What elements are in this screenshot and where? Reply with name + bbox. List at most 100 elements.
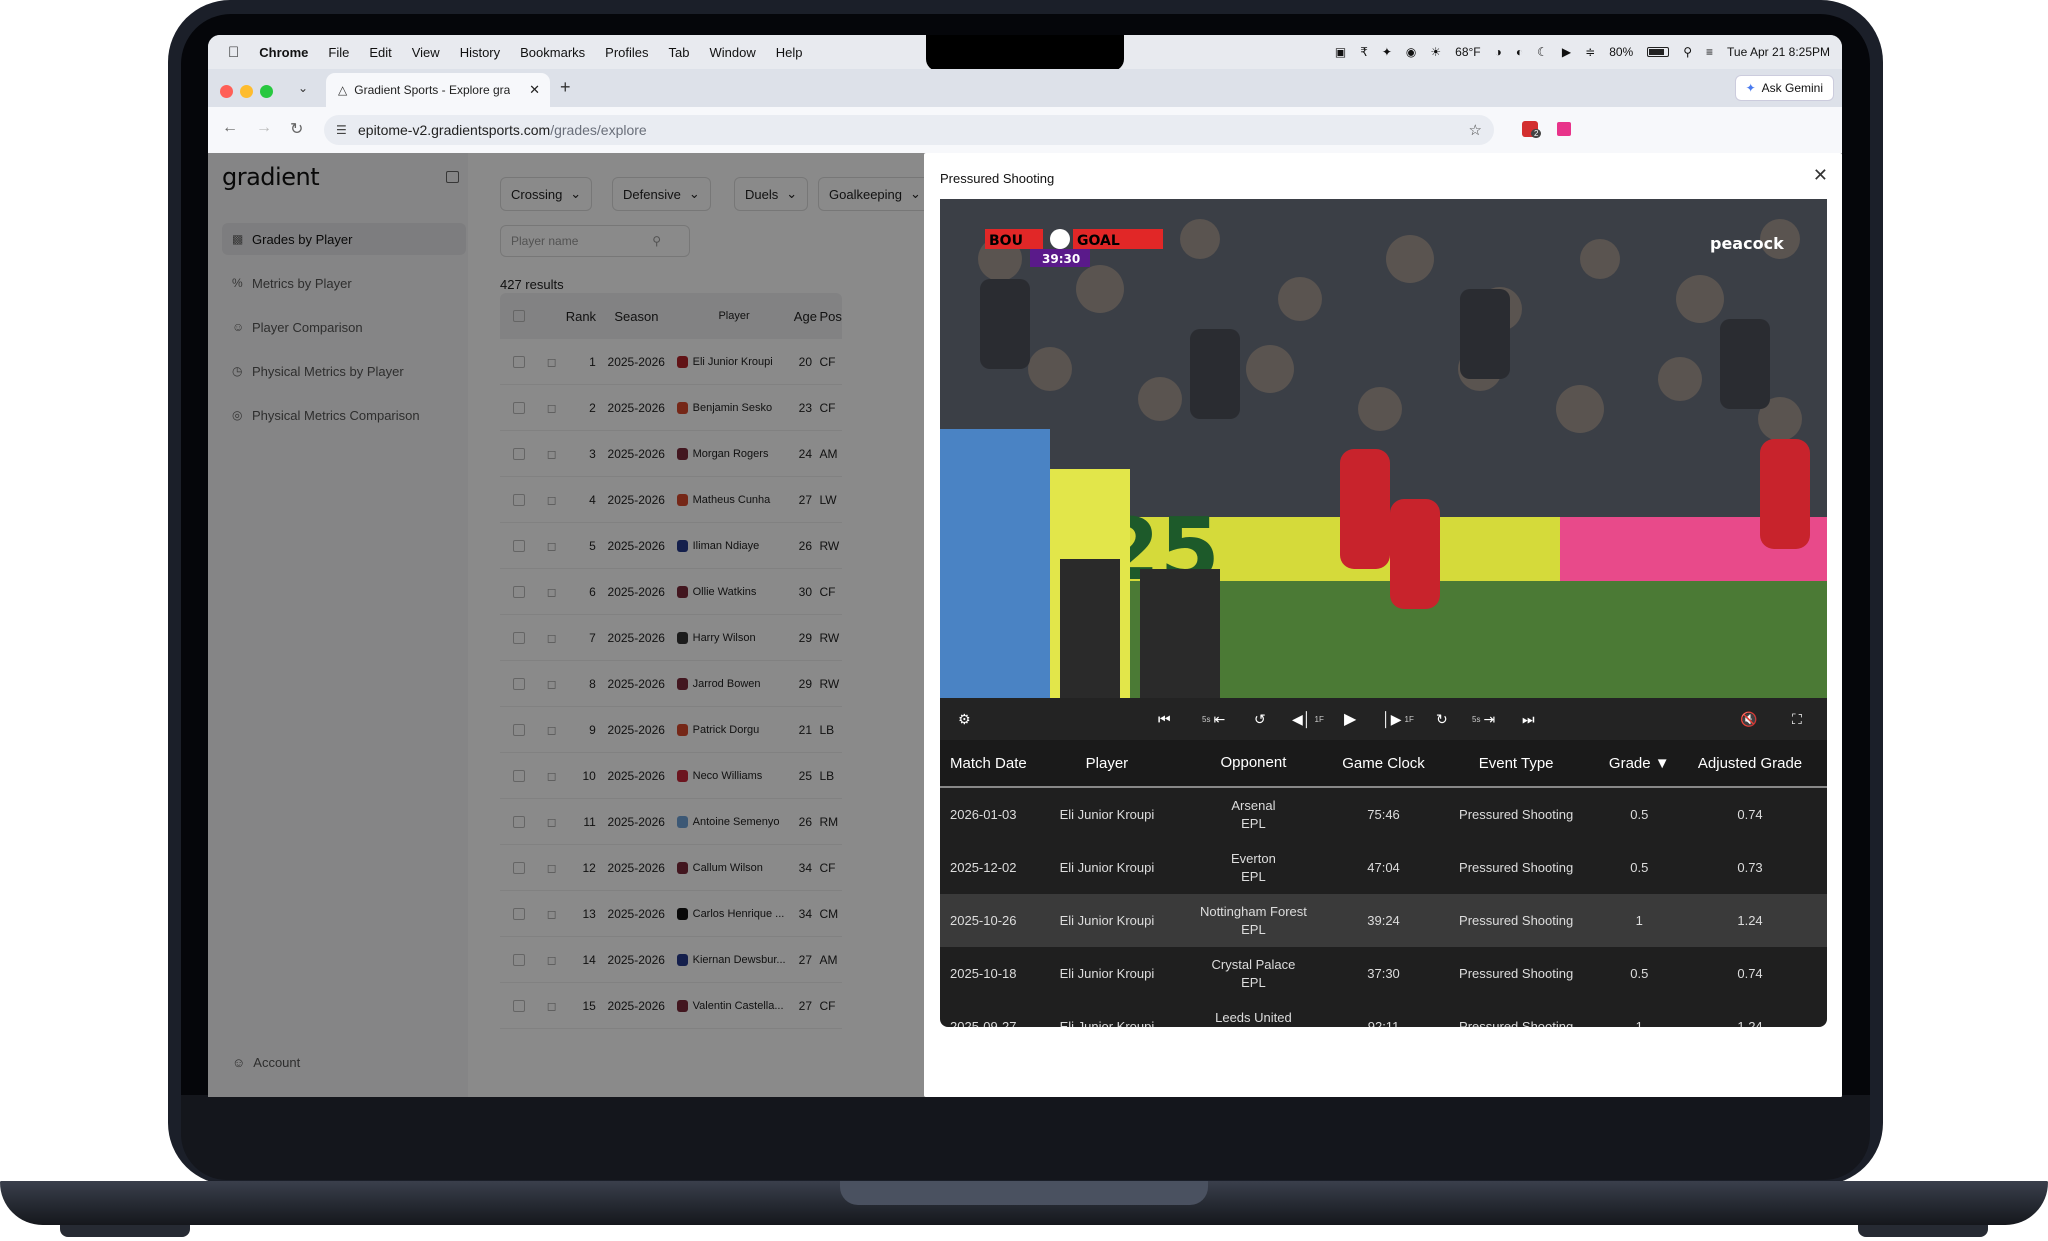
event-type-cell: Pressured Shooting bbox=[1459, 807, 1574, 822]
fullscreen-icon[interactable]: ⛶ bbox=[1792, 698, 1802, 740]
menu-file[interactable]: File bbox=[328, 45, 349, 60]
event-row[interactable]: 2025-10-26 Eli Junior Kroupi Nottingham Fo… bbox=[940, 894, 1827, 947]
tab-search-icon[interactable]: ⌄ bbox=[298, 81, 308, 95]
menu-history[interactable]: History bbox=[460, 45, 500, 60]
menu-help[interactable]: Help bbox=[776, 45, 803, 60]
skip-forward-label: 5s bbox=[1472, 714, 1481, 724]
status-app-icon[interactable]: ✦ bbox=[1382, 45, 1392, 59]
menu-view[interactable]: View bbox=[412, 45, 440, 60]
column-header-opponent[interactable]: Opponent bbox=[1167, 754, 1341, 772]
grade-cell: 0.5 bbox=[1630, 966, 1649, 981]
gradient-favicon-icon: △ bbox=[338, 83, 348, 97]
replay-icon[interactable]: ↺ bbox=[1254, 698, 1266, 740]
skip-back-5s-button[interactable]: 5s ⇤ bbox=[1202, 698, 1225, 740]
event-row[interactable]: 2025-12-02 Eli Junior Kroupi Everton EPL 47:… bbox=[940, 841, 1827, 894]
status-app-icon[interactable]: ◐ bbox=[1516, 45, 1523, 59]
moon-icon[interactable]: ☾ bbox=[1537, 45, 1548, 59]
column-header-adjusted-grade[interactable]: Adjusted Grade bbox=[1673, 755, 1827, 772]
adjusted-grade-cell: 0.74 bbox=[1737, 966, 1763, 981]
bookmark-star-icon[interactable]: ☆ bbox=[1469, 121, 1482, 139]
match-date-cell: 2025-12-02 bbox=[950, 860, 1017, 875]
url-host: epitome-v2.gradientsports.com bbox=[358, 122, 551, 138]
weather-icon[interactable]: ☀ bbox=[1430, 45, 1441, 59]
match-date-cell: 2026-01-03 bbox=[950, 807, 1017, 822]
menu-profiles[interactable]: Profiles bbox=[605, 45, 648, 60]
opponent-name: Nottingham Forest bbox=[1199, 903, 1307, 919]
match-date-cell: 2025-10-18 bbox=[950, 966, 1017, 981]
site-info-icon[interactable]: ☰ bbox=[336, 123, 347, 137]
opponent-name: Arsenal bbox=[1231, 797, 1276, 813]
play-icon[interactable]: ▶ bbox=[1344, 698, 1356, 740]
new-tab-icon[interactable]: + bbox=[560, 77, 571, 98]
battery-icon[interactable] bbox=[1647, 47, 1670, 57]
event-row[interactable]: 2025-10-18 Eli Junior Kroupi Crystal Palac… bbox=[940, 947, 1827, 1000]
forward-icon[interactable]: ↻ bbox=[1436, 698, 1448, 740]
filter-icon[interactable]: ▼ bbox=[1655, 755, 1670, 772]
laptop-foot bbox=[60, 1225, 190, 1237]
zoom-window-button[interactable] bbox=[260, 85, 273, 98]
ask-gemini-button[interactable]: ✦ Ask Gemini bbox=[1734, 75, 1834, 101]
grade-cell: 0.5 bbox=[1630, 807, 1649, 822]
opponent-league: EPL bbox=[1167, 1027, 1341, 1028]
menu-edit[interactable]: Edit bbox=[369, 45, 391, 60]
frame-back-button[interactable]: ◀│ 1F bbox=[1292, 698, 1324, 740]
player-cell: Eli Junior Kroupi bbox=[1059, 860, 1155, 875]
grade-cell: 1 bbox=[1635, 1019, 1643, 1027]
wifi-icon[interactable]: ≑ bbox=[1585, 45, 1595, 59]
mute-icon[interactable]: 🔇 bbox=[1740, 698, 1757, 740]
status-app-icon[interactable]: ◑ bbox=[1495, 45, 1502, 59]
skip-to-start-icon[interactable]: ⏮ bbox=[1158, 698, 1171, 740]
event-type-cell: Pressured Shooting bbox=[1459, 860, 1574, 875]
modal-title: Pressured Shooting bbox=[940, 171, 1055, 186]
extension-icon[interactable] bbox=[1557, 122, 1571, 136]
column-header-event-type[interactable]: Event Type bbox=[1427, 755, 1606, 772]
minimize-window-button[interactable] bbox=[240, 85, 253, 98]
play-circle-icon[interactable]: ▶ bbox=[1562, 45, 1571, 59]
column-header-match-date[interactable]: Match Date bbox=[940, 755, 1047, 772]
laptop-foot bbox=[1858, 1225, 1988, 1237]
reload-icon[interactable]: ↻ bbox=[290, 119, 303, 139]
browser-tab-active[interactable]: △ Gradient Sports - Explore gra ✕ bbox=[326, 73, 550, 107]
game-clock-cell: 92:11 bbox=[1367, 1019, 1400, 1027]
video-player[interactable]: 25 BOU GOAL 39:30 peacock bbox=[940, 199, 1827, 698]
menu-bookmarks[interactable]: Bookmarks bbox=[520, 45, 585, 60]
url-path: /grades/explore bbox=[550, 122, 647, 138]
apple-icon[interactable]:  bbox=[228, 44, 239, 61]
event-row[interactable]: 2026-01-03 Eli Junior Kroupi Arsenal EPL 75:… bbox=[940, 788, 1827, 841]
frame-forward-button[interactable]: │▶ 1F bbox=[1382, 698, 1414, 740]
search-icon[interactable]: ⚲ bbox=[1683, 45, 1692, 59]
close-window-button[interactable] bbox=[220, 85, 233, 98]
events-table-header: Match Date Player Opponent Game Clock Ev… bbox=[940, 740, 1827, 788]
skip-to-end-icon[interactable]: ⏭ bbox=[1522, 698, 1535, 740]
back-icon[interactable]: ← bbox=[222, 119, 238, 137]
close-icon[interactable]: ✕ bbox=[1813, 165, 1828, 186]
skip-forward-5s-button[interactable]: 5s ⇥ bbox=[1472, 698, 1495, 740]
column-header-player[interactable]: Player bbox=[1047, 755, 1166, 772]
game-clock-cell: 37:30 bbox=[1367, 966, 1400, 981]
menu-app-name[interactable]: Chrome bbox=[259, 45, 308, 60]
opponent-league: EPL bbox=[1241, 974, 1266, 990]
menu-window[interactable]: Window bbox=[710, 45, 756, 60]
battery-percent[interactable]: 80% bbox=[1609, 45, 1633, 59]
menu-tab[interactable]: Tab bbox=[669, 45, 690, 60]
settings-icon[interactable]: ⚙ bbox=[958, 698, 971, 740]
scorebug-team: BOU bbox=[989, 233, 1023, 249]
adjusted-grade-cell: 0.74 bbox=[1737, 807, 1763, 822]
status-app-icon[interactable]: ◉ bbox=[1406, 45, 1416, 59]
forward-icon[interactable]: → bbox=[256, 119, 272, 137]
control-center-icon[interactable]: ≡ bbox=[1706, 45, 1713, 59]
event-row[interactable]: 2025-09-27 Eli Junior Kroupi Leeds United E… bbox=[940, 1000, 1827, 1028]
clock-datetime[interactable]: Tue Apr 21 8:25PM bbox=[1727, 45, 1830, 59]
address-bar[interactable]: ☰ epitome-v2.gradientsports.com/grades/e… bbox=[324, 115, 1494, 145]
player-cell: Eli Junior Kroupi bbox=[1059, 913, 1155, 928]
grade-header-label: Grade bbox=[1608, 754, 1651, 772]
opponent-cell: Everton EPL bbox=[1167, 850, 1341, 886]
close-tab-icon[interactable]: ✕ bbox=[529, 82, 540, 98]
opponent-league: EPL bbox=[1241, 815, 1266, 831]
status-app-icon[interactable]: ₹ bbox=[1360, 45, 1368, 59]
column-header-game-clock[interactable]: Game Clock bbox=[1340, 755, 1426, 772]
status-app-icon[interactable]: ▣ bbox=[1335, 45, 1346, 59]
column-header-grade[interactable]: Grade ▼ bbox=[1606, 755, 1674, 772]
extension-icon[interactable]: 2 bbox=[1522, 121, 1542, 138]
weather-temp[interactable]: 68°F bbox=[1455, 45, 1480, 59]
